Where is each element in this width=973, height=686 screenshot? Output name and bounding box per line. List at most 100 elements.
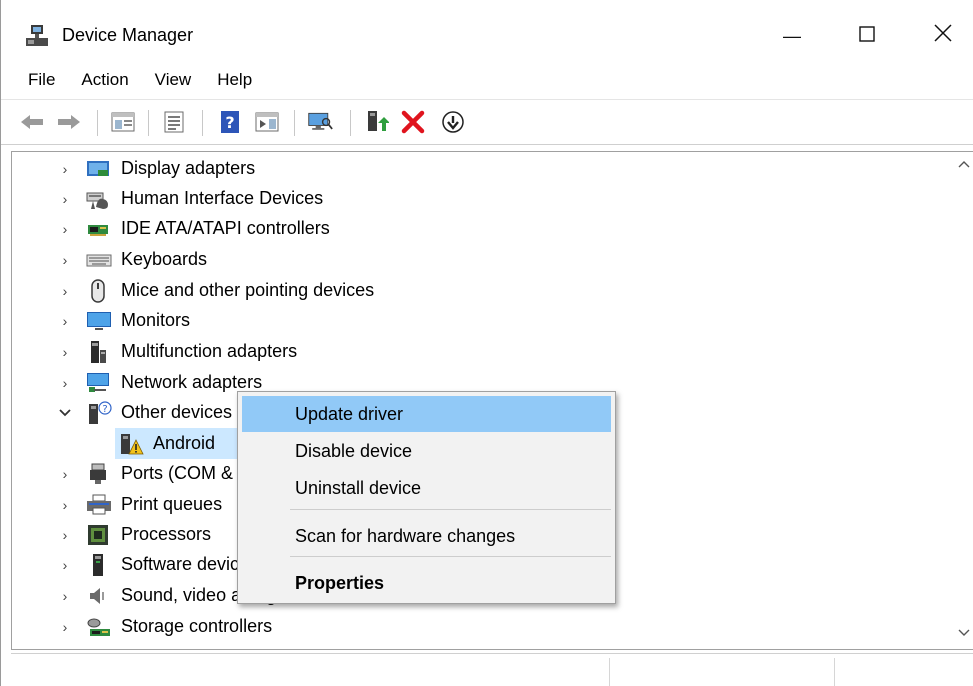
chevron-right-icon[interactable]: › [58, 612, 72, 642]
toolbar-separator [294, 110, 295, 136]
chevron-right-icon[interactable]: › [58, 581, 72, 611]
back-icon[interactable] [19, 109, 45, 135]
maximize-button[interactable] [844, 16, 890, 56]
scroll-up-icon[interactable] [953, 158, 973, 174]
close-icon [934, 24, 952, 48]
menu-item-label: Update driver [295, 403, 404, 424]
tree-item-label: Multifunction adapters [121, 341, 298, 361]
device-manager-window: Device Manager — File Action View Help ?… [0, 0, 973, 686]
tree-item-label: IDE ATA/ATAPI controllers [121, 218, 330, 238]
warning-device-icon [118, 432, 144, 456]
update-driver-icon[interactable] [364, 109, 390, 135]
tree-item-storage-controllers[interactable]: › Storage controllers [12, 612, 952, 642]
menu-item-label: Uninstall device [295, 477, 422, 498]
show-hide-tree-icon[interactable] [110, 109, 136, 135]
software-device-icon [86, 553, 110, 577]
tree-item-label: Android [153, 433, 216, 453]
chevron-right-icon[interactable]: › [58, 337, 72, 367]
chevron-right-icon[interactable]: › [58, 368, 72, 398]
tree-item-label: Mice and other pointing devices [121, 280, 375, 300]
chevron-right-icon[interactable]: › [58, 214, 72, 244]
svg-text:?: ? [102, 404, 107, 415]
chevron-right-icon[interactable]: › [58, 490, 72, 520]
chevron-right-icon[interactable]: › [58, 520, 72, 550]
menu-action[interactable]: Action [68, 66, 141, 96]
tree-item-label: Keyboards [121, 249, 208, 269]
menu-separator [290, 509, 611, 510]
menu-item-label: Scan for hardware changes [295, 525, 516, 546]
menu-view[interactable]: View [142, 66, 205, 96]
tree-item-display-adapters[interactable]: › Display adapters [12, 154, 952, 184]
menu-bar: File Action View Help [1, 66, 973, 96]
tree-item-mice-and-other-pointing-devices[interactable]: › Mice and other pointing devices [12, 276, 952, 306]
status-bar [11, 653, 973, 686]
help-icon[interactable]: ? [217, 109, 243, 135]
context-menu: Update driver Disable device Uninstall d… [237, 391, 616, 604]
multifunction-icon [86, 340, 110, 364]
forward-icon[interactable] [56, 109, 82, 135]
vertical-scrollbar[interactable] [953, 152, 973, 649]
unknown-device-icon: ? [86, 401, 112, 425]
chevron-right-icon[interactable]: › [58, 306, 72, 336]
tree-item-keyboards[interactable]: › Keyboards [12, 245, 952, 275]
chevron-right-icon[interactable]: › [58, 276, 72, 306]
disable-device-menu-item[interactable]: Disable device [242, 433, 611, 469]
chevron-right-icon[interactable]: › [58, 154, 72, 184]
port-icon [86, 462, 110, 486]
tree-item-human-interface-devices[interactable]: › Human Interface Devices [12, 184, 952, 214]
mouse-icon [86, 279, 110, 303]
chevron-right-icon[interactable]: › [58, 184, 72, 214]
menu-file[interactable]: File [1, 66, 68, 96]
tree-item-label: Human Interface Devices [121, 188, 324, 208]
chevron-down-icon[interactable] [58, 398, 72, 428]
window-title: Device Manager [62, 25, 194, 45]
device-manager-icon [24, 24, 50, 48]
enable-device-icon[interactable] [440, 109, 466, 135]
status-divider [834, 658, 835, 686]
show-hide-action-pane-icon[interactable] [254, 109, 280, 135]
tree-item-label: Processors [121, 524, 212, 544]
scan-hardware-menu-item[interactable]: Scan for hardware changes [242, 518, 611, 554]
tree-item-label: Monitors [121, 310, 191, 330]
menu-help[interactable]: Help [204, 66, 265, 96]
printer-icon [86, 493, 111, 517]
maximize-icon [859, 25, 875, 48]
chevron-right-icon[interactable]: › [58, 459, 72, 489]
menu-item-label: Properties [295, 572, 385, 593]
title-bar: Device Manager — [1, 0, 973, 66]
tree-item-ide-ata-atapi-controllers[interactable]: › IDE ATA/ATAPI controllers [12, 214, 952, 244]
monitor-icon [86, 309, 111, 333]
properties-icon[interactable] [161, 109, 187, 135]
uninstall-device-icon[interactable] [400, 109, 426, 135]
network-icon [86, 371, 110, 395]
uninstall-device-menu-item[interactable]: Uninstall device [242, 470, 611, 506]
sound-icon [86, 584, 110, 608]
svg-text:?: ? [225, 113, 234, 132]
toolbar-separator [97, 110, 98, 136]
minimize-icon: — [783, 25, 801, 46]
chevron-right-icon[interactable]: › [58, 245, 72, 275]
menu-item-label: Disable device [295, 440, 413, 461]
update-driver-menu-item[interactable]: Update driver [242, 396, 611, 432]
properties-menu-item[interactable]: Properties [242, 565, 611, 601]
ide-controller-icon [86, 217, 110, 241]
close-button[interactable] [920, 16, 966, 56]
scan-hardware-icon[interactable] [307, 109, 333, 135]
minimize-button[interactable]: — [769, 16, 815, 56]
chevron-right-icon[interactable]: › [58, 550, 72, 580]
toolbar-separator [350, 110, 351, 136]
tree-item-monitors[interactable]: › Monitors [12, 306, 952, 336]
status-divider [609, 658, 610, 686]
tree-item-label: Display adapters [121, 158, 256, 178]
tree-item-label: Other devices [121, 402, 233, 422]
display-adapter-icon [86, 157, 110, 181]
hid-icon [86, 187, 110, 211]
tree-item-multifunction-adapters[interactable]: › Multifunction adapters [12, 337, 952, 367]
tree-item-label: Storage controllers [121, 616, 273, 636]
tree-item-label: Print queues [121, 494, 223, 514]
menu-separator [290, 556, 611, 557]
toolbar-separator [202, 110, 203, 136]
scroll-down-icon[interactable] [953, 627, 973, 643]
keyboard-icon [86, 248, 112, 272]
storage-icon [86, 615, 110, 639]
